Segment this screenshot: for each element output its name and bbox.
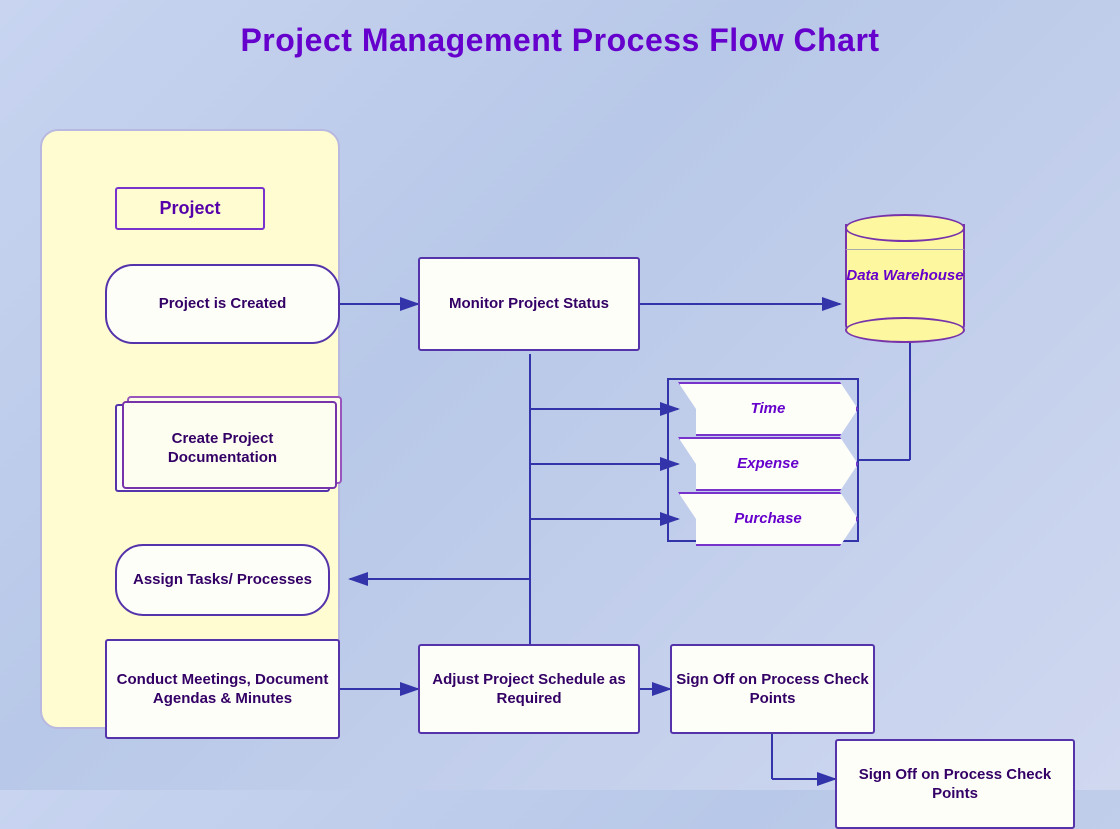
adjust-schedule-node: Adjust Project Schedule as Required: [418, 644, 640, 734]
expense-node: Expense: [678, 437, 858, 491]
diagram-area: Project Project is Created Create Projec…: [10, 69, 1110, 789]
project-created-node: Project is Created: [105, 264, 340, 344]
page-title: Project Management Process Flow Chart: [0, 0, 1120, 69]
data-warehouse-cylinder: Data Warehouse: [840, 214, 970, 359]
sign-off-1-node: Sign Off on Process Check Points: [670, 644, 875, 734]
time-node: Time: [678, 382, 858, 436]
create-docs-node: Create Project Documentation: [115, 404, 330, 492]
monitor-status-node: Monitor Project Status: [418, 257, 640, 351]
sign-off-2-node: Sign Off on Process Check Points: [835, 739, 1075, 829]
data-warehouse-label: Data Warehouse: [840, 266, 970, 286]
conduct-meetings-node: Conduct Meetings, Document Agendas & Min…: [105, 639, 340, 739]
purchase-node: Purchase: [678, 492, 858, 546]
assign-tasks-node: Assign Tasks/ Processes: [115, 544, 330, 616]
swimlane-title: Project: [115, 187, 265, 230]
